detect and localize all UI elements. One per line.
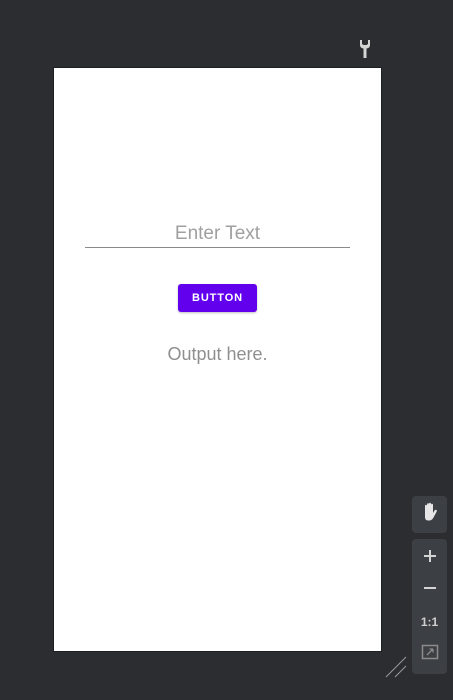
output-text: Output here. xyxy=(167,344,268,364)
actual-size-button[interactable]: 1:1 xyxy=(412,607,447,637)
zoom-controls: 1:1 xyxy=(412,539,447,674)
resize-handle-icon[interactable] xyxy=(384,655,408,679)
zoom-out-button[interactable] xyxy=(412,575,447,605)
zoom-in-button[interactable] xyxy=(412,543,447,573)
plus-icon xyxy=(423,549,437,568)
pan-tool-button[interactable] xyxy=(412,496,447,533)
wrench-icon[interactable] xyxy=(357,39,373,59)
fit-screen-icon xyxy=(421,644,439,665)
text-input[interactable] xyxy=(85,220,350,248)
zoom-to-fit-button[interactable] xyxy=(412,639,447,669)
action-button[interactable]: BUTTON xyxy=(178,284,257,312)
minus-icon xyxy=(423,581,437,600)
hand-icon xyxy=(421,502,439,527)
device-preview: BUTTON Output here. xyxy=(54,68,381,651)
